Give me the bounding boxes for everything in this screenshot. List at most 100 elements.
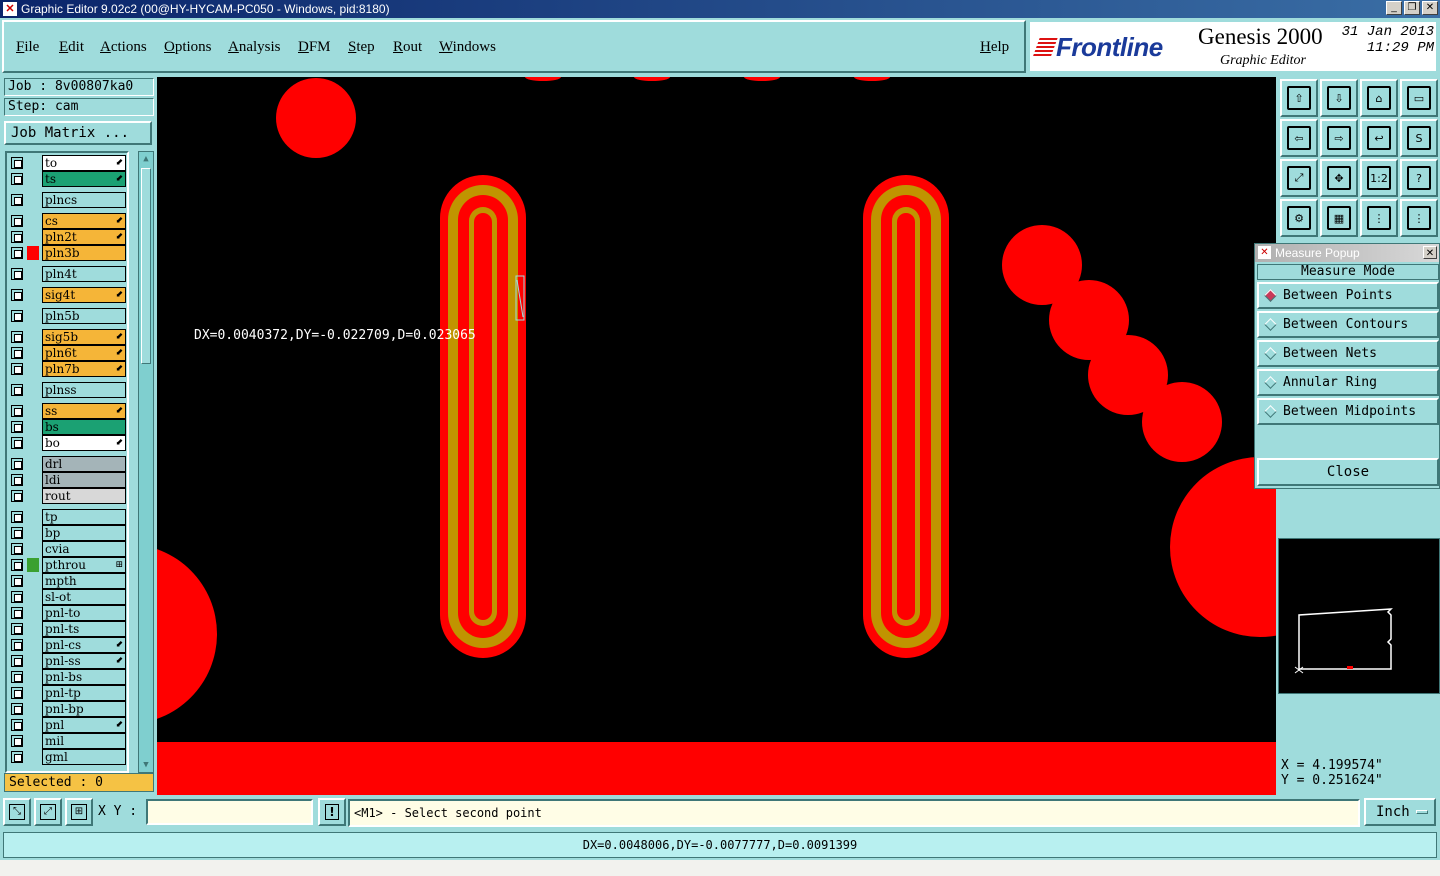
layer-checkbox[interactable] [11,157,23,169]
arrow-left-button[interactable]: ⇦ [1280,119,1318,157]
menu-dfm[interactable]: DFM [298,39,331,56]
layer-row[interactable]: drl [9,456,127,472]
layer-row[interactable]: bs [9,419,127,435]
zoom-1-2-button[interactable]: 1:2 [1360,159,1398,197]
layer-checkbox[interactable] [11,268,23,280]
layer-row[interactable]: tp [9,509,127,525]
layer-checkbox[interactable] [11,607,23,619]
layer-name[interactable]: rout [42,488,126,504]
layer-checkbox[interactable] [11,331,23,343]
layer-name[interactable]: ss ⬋ [42,403,126,419]
layer-name[interactable]: tp [42,509,126,525]
layer-row[interactable]: ts ⬋ [9,171,127,187]
layer-name[interactable]: bs [42,419,126,435]
layer-name[interactable]: cs ⬋ [42,213,126,229]
close-icon[interactable]: ✕ [1423,246,1437,259]
menu-step[interactable]: Step [348,39,375,56]
layer-row[interactable]: to ⬋ [9,155,127,171]
menu-edit[interactable]: Edit [59,39,84,56]
layer-row[interactable]: pnl-ss ⬋ [9,653,127,669]
snap-button[interactable]: ↩ [1360,119,1398,157]
layer-row[interactable]: sl-ot [9,589,127,605]
layer-name[interactable]: mil [42,733,126,749]
layer-name[interactable]: pln2t ⬋ [42,229,126,245]
layers-red-2-button[interactable]: ⋮ [1400,199,1438,237]
layer-row[interactable]: pnl ⬋ [9,717,127,733]
layer-name[interactable]: pnl-tp [42,685,126,701]
layer-row[interactable]: cs ⬋ [9,213,127,229]
layer-name[interactable]: pln7b ⬋ [42,361,126,377]
layer-row[interactable]: pnl-bp [9,701,127,717]
home-button[interactable]: ⌂ [1360,79,1398,117]
layer-row[interactable]: pnl-ts [9,621,127,637]
layer-name[interactable]: plnss [42,382,126,398]
layer-name[interactable]: pnl-bs [42,669,126,685]
layer-checkbox[interactable] [11,671,23,683]
layer-checkbox[interactable] [11,543,23,555]
layer-row[interactable]: pln7b ⬋ [9,361,127,377]
route-button[interactable]: S [1400,119,1438,157]
layer-row[interactable]: cvia [9,541,127,557]
layer-name[interactable]: bo ⬋ [42,435,126,451]
layer-row[interactable]: pnl-cs ⬋ [9,637,127,653]
layer-name[interactable]: gml [42,749,126,765]
measure-close-button[interactable]: Close [1257,458,1439,486]
layer-row[interactable]: plncs [9,192,127,208]
layer-checkbox[interactable] [11,474,23,486]
layer-name[interactable]: pnl-ss ⬋ [42,653,126,669]
measure-button[interactable]: ⤢ [34,798,62,826]
layer-name[interactable]: sl-ot [42,589,126,605]
layer-checkbox[interactable] [11,437,23,449]
layer-name[interactable]: pthrou ⊞ [42,557,126,573]
layer-checkbox[interactable] [11,511,23,523]
layer-row[interactable]: pln6t ⬋ [9,345,127,361]
layer-name[interactable]: pnl-to [42,605,126,621]
layer-row[interactable]: sig4t ⬋ [9,287,127,303]
layer-checkbox[interactable] [11,215,23,227]
overview-map[interactable] [1278,538,1440,694]
menu-actions[interactable]: Actions [100,39,147,56]
layer-name[interactable]: plncs [42,192,126,208]
layers-red-button[interactable]: ⋮ [1360,199,1398,237]
layer-row[interactable]: pln2t ⬋ [9,229,127,245]
layer-checkbox[interactable] [11,289,23,301]
layer-name[interactable]: ldi [42,472,126,488]
layer-checkbox[interactable] [11,655,23,667]
menu-help[interactable]: Help [980,39,1009,56]
layer-name[interactable]: sig5b ⬋ [42,329,126,345]
layer-name[interactable]: pnl-cs ⬋ [42,637,126,653]
arrow-right-button[interactable]: ⇨ [1320,119,1358,157]
scroll-up-icon[interactable]: ▲ [140,153,152,165]
menu-file[interactable]: File [16,39,39,56]
layer-row[interactable]: sig5b ⬋ [9,329,127,345]
layer-checkbox[interactable] [11,310,23,322]
layer-name[interactable]: pln3b [42,245,126,261]
layer-row[interactable]: pthrou ⊞ [9,557,127,573]
layer-name[interactable]: drl [42,456,126,472]
close-icon[interactable]: ✕ [1422,1,1438,15]
layer-row[interactable]: pnl-to [9,605,127,621]
layer-name[interactable]: ts ⬋ [42,171,126,187]
layer-row[interactable]: ldi [9,472,127,488]
message-button[interactable]: ! [318,798,346,826]
option-between-points[interactable]: Between Points [1257,282,1439,309]
panel-button[interactable]: ▭ [1400,79,1438,117]
download-button[interactable]: ⇩ [1320,79,1358,117]
layer-name[interactable]: pln6t ⬋ [42,345,126,361]
layer-name[interactable]: pnl ⬋ [42,717,126,733]
graphic-canvas[interactable]: DX=0.0040372,DY=-0.022709,D=0.023065 [157,77,1276,795]
layer-checkbox[interactable] [11,347,23,359]
job-matrix-button[interactable]: Job Matrix ... [4,121,152,145]
layer-checkbox[interactable] [11,719,23,731]
layer-name[interactable]: cvia [42,541,126,557]
minimize-icon[interactable]: _ [1386,1,1402,15]
layer-checkbox[interactable] [11,687,23,699]
layer-row[interactable]: ss ⬋ [9,403,127,419]
layer-checkbox[interactable] [11,247,23,259]
layer-row[interactable]: pln5b [9,308,127,324]
menu-rout[interactable]: Rout [393,39,422,56]
layer-name[interactable]: to ⬋ [42,155,126,171]
zoom-fit-button[interactable]: ⤢ [1280,159,1318,197]
layer-name[interactable]: mpth [42,573,126,589]
layer-name[interactable]: sig4t ⬋ [42,287,126,303]
